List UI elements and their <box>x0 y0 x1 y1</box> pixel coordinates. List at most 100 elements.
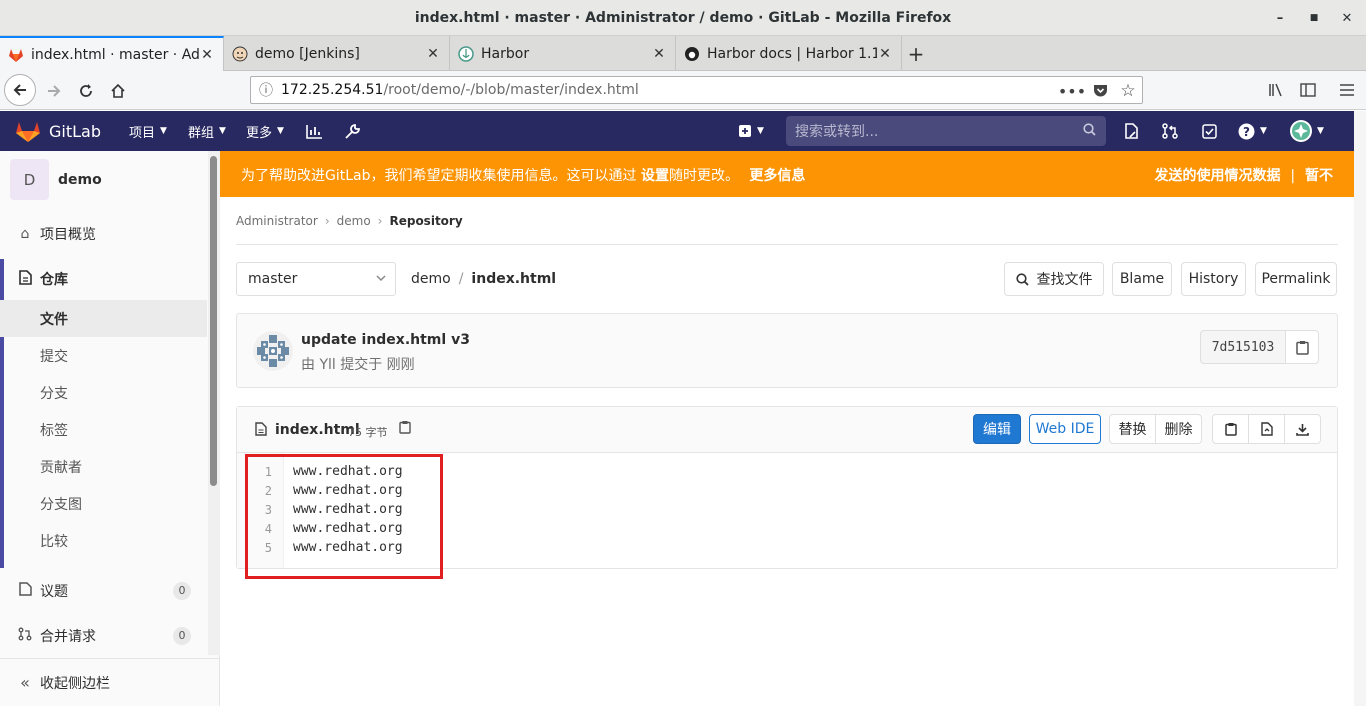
sidebar-sub-tags[interactable]: 标签 <box>0 411 207 448</box>
find-file-button[interactable]: 查找文件 <box>1004 262 1104 296</box>
commit-sha[interactable]: 7d515103 <box>1200 330 1286 364</box>
tab-label: Harbor docs | Harbor 1.10 <box>707 45 877 62</box>
new-tab-button[interactable]: + <box>903 36 929 71</box>
project-name[interactable]: demo <box>58 172 102 188</box>
home-button[interactable] <box>104 77 132 105</box>
home-icon <box>111 83 125 98</box>
site-info-icon[interactable]: ⓘ <box>251 80 281 100</box>
page-actions-icon[interactable]: ••• <box>1058 81 1086 101</box>
clipboard-icon <box>1224 423 1237 436</box>
gitlab-logo[interactable]: GitLab <box>15 111 101 151</box>
tab-label: demo [Jenkins] <box>255 45 360 62</box>
issues-shortcut[interactable] <box>1124 111 1139 151</box>
send-usage-data-button[interactable]: 发送的使用情况数据 <box>1155 168 1281 184</box>
commit-author-avatar[interactable] <box>253 331 293 371</box>
nav-admin[interactable] <box>344 111 361 151</box>
search-icon <box>1015 272 1029 286</box>
permalink-button[interactable]: Permalink <box>1255 262 1337 296</box>
help-dropdown[interactable]: ? ▼ <box>1238 111 1267 151</box>
library-icon[interactable] <box>1265 80 1287 100</box>
arrow-right-icon <box>48 85 61 97</box>
nav-more[interactable]: 更多 ▼ <box>246 111 284 151</box>
banner-more-info-link[interactable]: 更多信息 <box>749 168 805 184</box>
breadcrumb-current[interactable]: Repository <box>389 214 462 228</box>
reload-button[interactable] <box>72 77 100 105</box>
url-bar[interactable]: ⓘ 172.25.254.51/root/demo/-/blob/master/… <box>250 76 1143 104</box>
pocket-icon[interactable] <box>1089 81 1111 101</box>
edit-button[interactable]: 编辑 <box>973 414 1021 444</box>
tab-jenkins[interactable]: demo [Jenkins] ✕ <box>224 36 450 71</box>
sidebar-sub-files[interactable]: 文件 <box>0 300 207 337</box>
breadcrumb-item[interactable]: Administrator <box>236 214 318 228</box>
history-button[interactable]: History <box>1181 262 1246 296</box>
web-ide-button[interactable]: Web IDE <box>1029 414 1101 444</box>
sidebar-sub-graph[interactable]: 分支图 <box>0 485 207 522</box>
banner-actions: 发送的使用情况数据 | 暂不 <box>1155 165 1333 185</box>
banner-settings-link[interactable]: 设置 <box>641 168 669 184</box>
maximize-button[interactable]: ■ <box>1304 8 1324 28</box>
copy-source-button[interactable] <box>1212 414 1249 444</box>
close-tab-icon[interactable]: ✕ <box>651 46 667 62</box>
sidebar-sub-branches[interactable]: 分支 <box>0 374 207 411</box>
sidebar-sub-compare[interactable]: 比较 <box>0 522 207 559</box>
sidebar-item-issues[interactable]: 议题 0 <box>0 572 207 609</box>
not-now-button[interactable]: 暂不 <box>1305 168 1333 184</box>
sidebar-item-repository[interactable]: 仓库 <box>0 259 207 299</box>
todo-check-icon <box>1202 123 1217 139</box>
sidebar-sub-contributors[interactable]: 贡献者 <box>0 448 207 485</box>
search-input[interactable]: 搜索或转到... <box>786 116 1106 146</box>
copy-sha-button[interactable] <box>1285 330 1319 364</box>
open-raw-button[interactable] <box>1248 414 1285 444</box>
breadcrumb-item[interactable]: demo <box>337 214 371 228</box>
window-titlebar: index.html · master · Administrator / de… <box>0 0 1366 36</box>
todos-shortcut[interactable] <box>1202 111 1217 151</box>
delete-button[interactable]: 删除 <box>1155 414 1202 444</box>
sidebar-sub-commits[interactable]: 提交 <box>0 337 207 374</box>
jenkins-icon <box>232 46 248 61</box>
commit-title[interactable]: update index.html v3 <box>301 332 470 348</box>
user-menu[interactable]: ▼ <box>1290 111 1324 151</box>
sidebar-scrollbar-thumb[interactable] <box>210 156 217 486</box>
close-window-button[interactable]: ✕ <box>1337 8 1357 28</box>
close-tab-icon[interactable]: ✕ <box>425 46 441 62</box>
close-tab-icon[interactable]: ✕ <box>199 47 215 63</box>
plus-square-icon <box>739 125 751 137</box>
download-button[interactable] <box>1284 414 1321 444</box>
copy-file-path-button[interactable] <box>399 420 411 438</box>
back-button[interactable] <box>4 74 36 106</box>
clipboard-icon <box>399 421 411 434</box>
tab-harbor-docs[interactable]: Harbor docs | Harbor 1.10 ✕ <box>676 36 902 71</box>
nav-activity[interactable] <box>306 111 323 151</box>
collapse-sidebar-button[interactable]: « 收起侧边栏 <box>0 664 207 701</box>
blame-button[interactable]: Blame <box>1112 262 1172 296</box>
sidebar-item-overview[interactable]: ⌂ 项目概览 <box>0 215 207 252</box>
path-root-link[interactable]: demo <box>411 271 451 287</box>
nav-projects[interactable]: 项目 ▼ <box>129 111 167 151</box>
branch-selector[interactable]: master <box>236 262 396 296</box>
tab-label: Harbor <box>481 45 530 62</box>
minimize-button[interactable]: – <box>1270 8 1290 28</box>
window-title: index.html · master · Administrator / de… <box>414 9 952 26</box>
replace-button[interactable]: 替换 <box>1109 414 1156 444</box>
download-icon <box>1296 423 1309 436</box>
close-tab-icon[interactable]: ✕ <box>877 46 893 62</box>
url-path: /root/demo/-/blob/master/index.html <box>383 82 639 98</box>
forward-button[interactable] <box>40 77 68 105</box>
path-file-name: index.html <box>471 271 557 287</box>
banner-text-suffix: 随时更改。 <box>668 168 739 184</box>
project-avatar[interactable]: D <box>10 159 49 200</box>
tab-strip: index.html · master · Administr ✕ demo [… <box>0 36 1366 71</box>
nav-groups-label: 群组 <box>188 125 215 141</box>
collapse-sidebar-label: 收起侧边栏 <box>40 675 110 692</box>
tab-gitlab[interactable]: index.html · master · Administr ✕ <box>0 36 224 71</box>
new-item-dropdown[interactable]: ▼ <box>738 111 764 151</box>
tab-harbor[interactable]: Harbor ✕ <box>450 36 676 71</box>
sidebar-item-merge-requests[interactable]: 合并请求 0 <box>0 617 207 654</box>
bookmark-star-icon[interactable]: ☆ <box>1117 81 1139 101</box>
sidebar-toggle-icon[interactable] <box>1297 80 1319 100</box>
chevron-down-icon <box>376 274 386 285</box>
menu-icon[interactable] <box>1336 80 1358 100</box>
page-scrollbar[interactable] <box>1354 111 1366 706</box>
merge-requests-shortcut[interactable] <box>1162 111 1178 151</box>
nav-groups[interactable]: 群组 ▼ <box>188 111 226 151</box>
